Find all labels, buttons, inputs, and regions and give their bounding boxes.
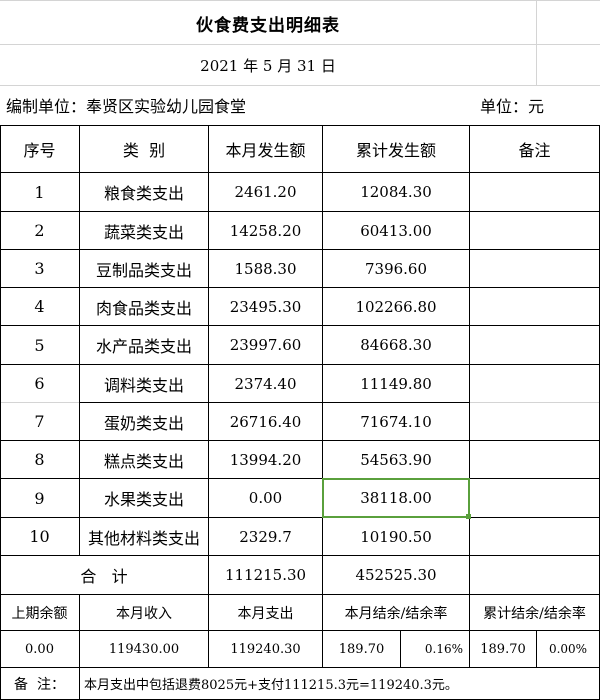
row-month-amount[interactable]: 26716.40: [209, 403, 322, 440]
row-remark[interactable]: [470, 518, 599, 555]
row-remark[interactable]: [470, 173, 599, 211]
row-month-amount[interactable]: 2461.20: [209, 173, 322, 211]
row-no[interactable]: 9: [0, 479, 79, 517]
header-remark: 备注: [518, 141, 551, 160]
row-month-amount[interactable]: 23495.30: [209, 288, 322, 325]
row-cumulative-amount[interactable]: 102266.80: [323, 288, 469, 325]
row-type[interactable]: 蔬菜类支出: [80, 212, 208, 249]
row-no[interactable]: 8: [0, 441, 79, 478]
row-cumulative-amount[interactable]: 12084.30: [323, 173, 469, 211]
row-cumulative-amount[interactable]: 71674.10: [323, 403, 469, 440]
row-month-amount[interactable]: 2329.7: [209, 518, 322, 555]
row-remark[interactable]: [470, 288, 599, 325]
row-type[interactable]: 调料类支出: [80, 365, 208, 402]
note-label: 备 注：: [14, 676, 65, 693]
report-date: 2021 年 5 月 31 日: [200, 56, 336, 75]
row-remark[interactable]: [470, 326, 599, 364]
row-remark[interactable]: [470, 365, 599, 402]
summary-header-month-income: 本月收入: [116, 605, 172, 622]
total-label: 合 计: [80, 567, 128, 586]
page-title: 伙食费支出明细表: [196, 15, 340, 36]
row-type[interactable]: 蛋奶类支出: [80, 403, 208, 440]
summary-header-month-expense: 本月支出: [237, 605, 294, 622]
summary-month-rate: 0.16%: [424, 642, 463, 656]
row-cumulative-amount[interactable]: 7396.60: [323, 250, 469, 287]
summary-header-prev-balance: 上期余额: [11, 605, 68, 622]
note-text: 本月支出中包括退费8025元+支付111215.3元=119240.3元。: [84, 678, 458, 693]
summary-header-month-surplus: 本月结余/结余率: [344, 605, 448, 622]
currency-unit: 单位：元: [480, 97, 545, 116]
row-cumulative-amount[interactable]: 54563.90: [323, 441, 469, 478]
row-remark[interactable]: [470, 479, 599, 517]
row-type[interactable]: 水果类支出: [80, 479, 208, 517]
row-month-amount[interactable]: 14258.20: [209, 212, 322, 249]
row-month-amount[interactable]: 23997.60: [209, 326, 322, 364]
row-type[interactable]: 其他材料类支出: [80, 518, 208, 555]
summary-cum-rate: 0.00%: [548, 642, 588, 656]
row-remark[interactable]: [470, 250, 599, 287]
row-type[interactable]: 粮食类支出: [80, 173, 208, 211]
row-cumulative-amount[interactable]: 84668.30: [323, 326, 469, 364]
row-type[interactable]: 豆制品类支出: [80, 250, 208, 287]
compiling-unit: 编制单位：奉贤区实验幼儿园食堂: [6, 97, 247, 116]
row-type[interactable]: 糕点类支出: [80, 441, 208, 478]
row-no[interactable]: 6: [0, 365, 79, 402]
summary-header-cum-surplus: 累计结余/结余率: [483, 605, 586, 622]
row-remark[interactable]: [470, 441, 599, 478]
summary-month-surplus: 189.70: [338, 641, 385, 657]
summary-month-income: 119430.00: [108, 641, 180, 657]
row-no[interactable]: 1: [0, 173, 79, 211]
row-no[interactable]: 3: [0, 250, 79, 287]
row-no[interactable]: 10: [0, 518, 79, 555]
row-month-amount[interactable]: 0.00: [209, 479, 322, 517]
header-type: 类 别: [122, 141, 166, 160]
row-no[interactable]: 5: [0, 326, 79, 364]
summary-prev-balance: 0.00: [25, 641, 54, 657]
row-month-amount[interactable]: 2374.40: [209, 365, 322, 402]
row-cumulative-amount[interactable]: 11149.80: [323, 365, 469, 402]
header-month-amount: 本月发生额: [225, 141, 306, 160]
total-cumulative-amount: 452525.30: [355, 566, 437, 584]
total-month-amount: 111215.30: [224, 566, 307, 584]
row-cumulative-amount[interactable]: 10190.50: [323, 518, 469, 555]
row-remark[interactable]: [470, 403, 599, 440]
selected-cell-highlight[interactable]: [322, 478, 470, 518]
row-no[interactable]: 2: [0, 212, 79, 249]
row-month-amount[interactable]: 1588.30: [209, 250, 322, 287]
summary-cum-surplus: 189.70: [480, 641, 526, 657]
fill-handle[interactable]: [466, 514, 471, 519]
row-no[interactable]: 7: [0, 403, 79, 440]
summary-month-expense: 119240.30: [230, 641, 301, 657]
row-type[interactable]: 水产品类支出: [80, 326, 208, 364]
header-no: 序号: [23, 141, 56, 160]
header-cumulative-amount: 累计发生额: [355, 141, 436, 160]
row-type[interactable]: 肉食品类支出: [80, 288, 208, 325]
row-remark[interactable]: [470, 212, 599, 249]
row-no[interactable]: 4: [0, 288, 79, 325]
row-month-amount[interactable]: 13994.20: [209, 441, 322, 478]
row-cumulative-amount[interactable]: 60413.00: [323, 212, 469, 249]
